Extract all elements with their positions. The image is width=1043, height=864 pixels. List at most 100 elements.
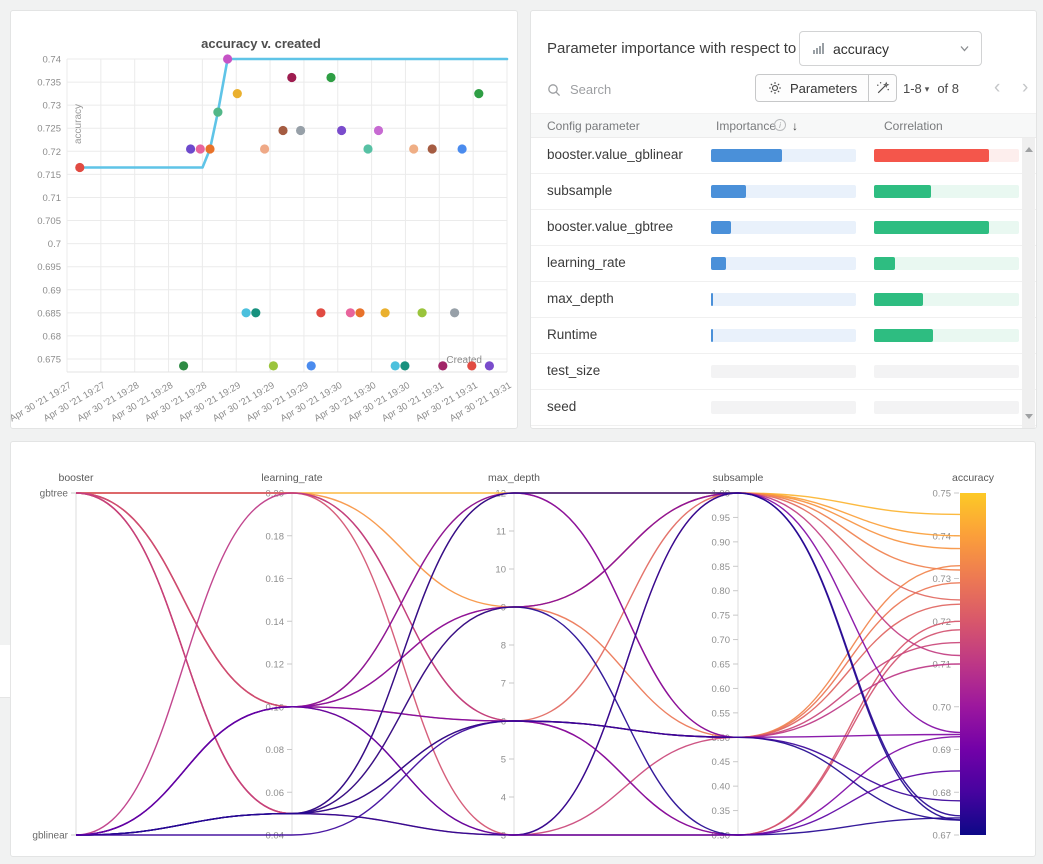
panel-title: Parameter importance with respect to bbox=[547, 40, 796, 57]
scatter-point[interactable] bbox=[337, 126, 346, 135]
run-line[interactable] bbox=[76, 493, 960, 737]
chevron-left-icon[interactable]: ‹ bbox=[994, 74, 1000, 102]
scatter-point[interactable] bbox=[233, 89, 242, 98]
run-line[interactable] bbox=[76, 721, 960, 835]
run-line[interactable] bbox=[76, 493, 960, 835]
run-line[interactable] bbox=[76, 493, 960, 707]
column-config-parameter: Config parameter bbox=[547, 119, 640, 133]
y-tick-label: 0.675 bbox=[37, 355, 61, 366]
category-tick-label: gblinear bbox=[32, 831, 68, 842]
scatter-point[interactable] bbox=[474, 89, 483, 98]
correlation-bar-track bbox=[874, 257, 1019, 270]
table-row[interactable]: booster.value_gblinear bbox=[531, 138, 1036, 174]
y-tick-label: 0.69 bbox=[43, 285, 62, 296]
info-icon[interactable]: i bbox=[774, 119, 786, 131]
scatter-point[interactable] bbox=[374, 126, 383, 135]
bar-chart-icon bbox=[813, 43, 824, 54]
scatter-point[interactable] bbox=[307, 361, 316, 370]
search-input[interactable] bbox=[568, 81, 702, 98]
scatter-point[interactable] bbox=[196, 144, 205, 153]
scatter-point[interactable] bbox=[287, 73, 296, 82]
scatter-point[interactable] bbox=[418, 308, 427, 317]
x-axis-label: Created bbox=[446, 355, 482, 366]
sort-desc-icon[interactable]: ↓ bbox=[792, 119, 798, 133]
y-tick-label: 0.735 bbox=[37, 78, 61, 89]
scatter-point[interactable] bbox=[251, 308, 260, 317]
table-row[interactable]: booster.value_gbtree bbox=[531, 210, 1036, 246]
scatter-point[interactable] bbox=[242, 308, 251, 317]
run-line[interactable] bbox=[76, 493, 960, 814]
scatter-point[interactable] bbox=[450, 308, 459, 317]
y-tick-label: 0.695 bbox=[37, 262, 61, 273]
correlation-bar-track bbox=[874, 365, 1019, 378]
table-row[interactable]: max_depth bbox=[531, 282, 1036, 318]
y-tick-label: 0.7 bbox=[48, 239, 61, 250]
scatter-point[interactable] bbox=[355, 308, 364, 317]
scatter-point[interactable] bbox=[363, 144, 372, 153]
metric-dropdown[interactable]: accuracy bbox=[799, 31, 982, 66]
config-parameter-name: booster.value_gblinear bbox=[547, 147, 683, 162]
magic-wand-button[interactable] bbox=[868, 74, 897, 102]
axis-tick-label: 11 bbox=[496, 527, 506, 538]
table-row[interactable]: test_size bbox=[531, 354, 1036, 390]
axis-tick-label: 0.90 bbox=[712, 537, 731, 548]
y-tick-label: 0.72 bbox=[43, 147, 62, 158]
run-line[interactable] bbox=[76, 493, 960, 737]
scroll-up-icon[interactable] bbox=[1025, 147, 1033, 152]
table-scrollbar[interactable] bbox=[1022, 138, 1035, 428]
correlation-bar bbox=[874, 329, 933, 342]
chevron-right-icon[interactable]: › bbox=[1022, 74, 1028, 102]
parameters-button[interactable]: Parameters bbox=[755, 74, 869, 102]
run-line[interactable] bbox=[76, 721, 960, 835]
scroll-down-icon[interactable] bbox=[1025, 414, 1033, 419]
scatter-point[interactable] bbox=[428, 144, 437, 153]
run-line[interactable] bbox=[76, 493, 960, 814]
config-parameter-name: learning_rate bbox=[547, 255, 626, 270]
scatter-point[interactable] bbox=[296, 126, 305, 135]
column-importance[interactable]: Importance bbox=[716, 119, 776, 133]
axis-title-learning_rate: learning_rate bbox=[261, 472, 322, 484]
scatter-point[interactable] bbox=[269, 361, 278, 370]
scatter-point[interactable] bbox=[467, 361, 476, 370]
scatter-point[interactable] bbox=[179, 361, 188, 370]
scatter-point[interactable] bbox=[458, 144, 467, 153]
correlation-bar bbox=[874, 293, 923, 306]
parallel-coordinates-chart: boostergbtreegblinearlearning_rate0.040.… bbox=[11, 442, 1035, 856]
axis-tick-label: 0.75 bbox=[712, 611, 731, 622]
config-parameter-name: max_depth bbox=[547, 291, 614, 306]
scatter-point[interactable] bbox=[381, 308, 390, 317]
pagination-range-dropdown[interactable]: 1-8 ▾ of 8 bbox=[903, 74, 959, 102]
axis-tick-label: 0.95 bbox=[712, 513, 731, 524]
scatter-point[interactable] bbox=[346, 308, 355, 317]
metric-dropdown-value: accuracy bbox=[833, 41, 889, 57]
scatter-point[interactable] bbox=[205, 144, 214, 153]
scatter-point[interactable] bbox=[438, 361, 447, 370]
scatter-point[interactable] bbox=[409, 144, 418, 153]
table-row[interactable]: seed bbox=[531, 390, 1036, 426]
scatter-point[interactable] bbox=[485, 361, 494, 370]
table-row[interactable]: learning_rate bbox=[531, 246, 1036, 282]
column-correlation[interactable]: Correlation bbox=[884, 119, 943, 133]
scatter-point[interactable] bbox=[326, 73, 335, 82]
axis-tick-label: 0.74 bbox=[933, 531, 952, 542]
importance-bar-track bbox=[711, 221, 856, 234]
scatter-point[interactable] bbox=[223, 54, 232, 63]
config-parameter-name: test_size bbox=[547, 363, 600, 378]
scatter-point[interactable] bbox=[278, 126, 287, 135]
correlation-bar bbox=[874, 257, 895, 270]
scatter-point[interactable] bbox=[316, 308, 325, 317]
table-row[interactable]: Runtime bbox=[531, 318, 1036, 354]
table-row[interactable]: subsample bbox=[531, 174, 1036, 210]
scatter-point[interactable] bbox=[400, 361, 409, 370]
axis-tick-label: 0.75 bbox=[933, 489, 952, 500]
gear-icon bbox=[767, 80, 783, 96]
scatter-point[interactable] bbox=[75, 163, 84, 172]
scatter-point[interactable] bbox=[213, 108, 222, 117]
scatter-point[interactable] bbox=[260, 144, 269, 153]
correlation-bar-track bbox=[874, 401, 1019, 414]
axis-tick-label: 0.85 bbox=[712, 562, 731, 573]
correlation-bar bbox=[874, 185, 931, 198]
axis-tick-label: 0.60 bbox=[712, 684, 731, 695]
scatter-point[interactable] bbox=[186, 144, 195, 153]
scatter-point[interactable] bbox=[391, 361, 400, 370]
